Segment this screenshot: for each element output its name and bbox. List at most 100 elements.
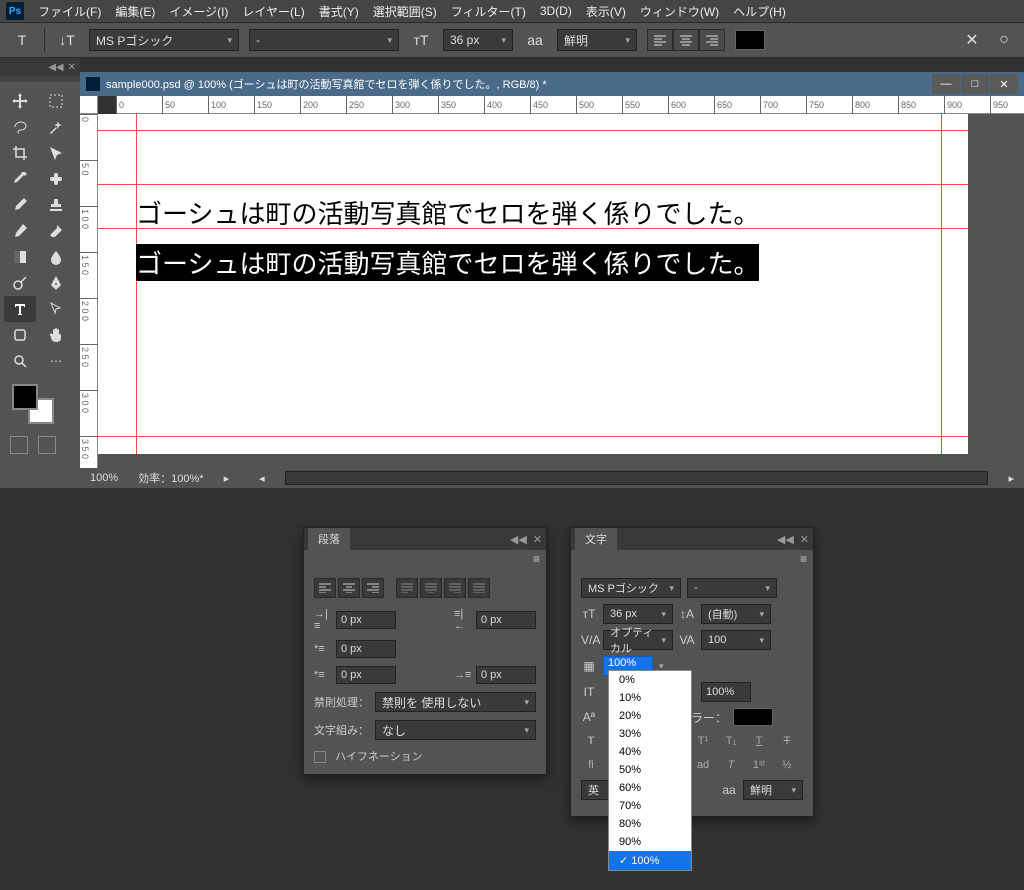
menu-view[interactable]: 表示(V) <box>586 3 626 20</box>
text-line-1[interactable]: ゴーシュは町の活動写真館でセロを弾く係りでした。 <box>136 194 759 231</box>
more-tools[interactable]: ⋯ <box>40 348 72 374</box>
titling-button[interactable]: ad <box>693 756 713 774</box>
indent-first-input[interactable] <box>336 640 396 658</box>
char-font-dropdown[interactable]: MS Pゴシック▾ <box>581 578 681 598</box>
char-kerning-dropdown[interactable]: オプティカル▾ <box>603 630 673 650</box>
scale-option[interactable]: 70% <box>609 797 691 815</box>
text-orientation-icon[interactable]: ↓T <box>55 28 79 52</box>
path-select-tool[interactable] <box>40 296 72 322</box>
indent-right-input[interactable] <box>476 611 536 629</box>
text-color-swatch[interactable] <box>735 30 765 50</box>
para-justify-left[interactable] <box>396 578 418 598</box>
align-right-button[interactable] <box>699 29 725 51</box>
para-align-center[interactable] <box>338 578 360 598</box>
scale-option[interactable]: 100% <box>609 851 691 870</box>
space-after-input[interactable] <box>476 666 536 684</box>
eraser-tool[interactable] <box>40 218 72 244</box>
para-justify-center[interactable] <box>420 578 442 598</box>
para-align-right[interactable] <box>362 578 384 598</box>
subscript-button[interactable]: T₁ <box>721 732 741 750</box>
scale-option[interactable]: 60% <box>609 779 691 797</box>
superscript-button[interactable]: T¹ <box>693 732 713 750</box>
char-size-dropdown[interactable]: 36 px▾ <box>603 604 673 624</box>
menu-layer[interactable]: レイヤー(L) <box>242 3 304 20</box>
panel-menu-icon[interactable]: ≡ <box>533 552 540 566</box>
first-button[interactable]: 1ˢᵗ <box>749 756 769 774</box>
history-brush-tool[interactable] <box>4 218 36 244</box>
menu-image[interactable]: イメージ(I) <box>169 3 228 20</box>
gradient-tool[interactable] <box>4 244 36 270</box>
panel-menu-icon[interactable]: ≡ <box>800 552 807 566</box>
scale-option[interactable]: 90% <box>609 833 691 851</box>
menu-help[interactable]: ヘルプ(H) <box>733 3 786 20</box>
panel-close-icon[interactable]: ✕ <box>533 533 542 546</box>
para-justify-right[interactable] <box>444 578 466 598</box>
scale-option[interactable]: 20% <box>609 707 691 725</box>
space-before-input[interactable] <box>336 666 396 684</box>
menu-window[interactable]: ウィンドウ(W) <box>640 3 719 20</box>
menu-filter[interactable]: フィルター(T) <box>451 3 526 20</box>
char-aa-dropdown[interactable]: 鮮明▾ <box>743 780 803 800</box>
minimize-button[interactable]: — <box>932 74 960 94</box>
zoom-level[interactable]: 100% <box>90 472 118 484</box>
foreground-color[interactable] <box>12 384 38 410</box>
hand-tool[interactable] <box>40 322 72 348</box>
scale-option[interactable]: 30% <box>609 725 691 743</box>
menu-edit[interactable]: 編集(E) <box>115 3 155 20</box>
fi-button[interactable]: fi <box>581 756 601 774</box>
bold-button[interactable]: T <box>581 732 601 750</box>
heal-tool[interactable] <box>40 166 72 192</box>
pen-tool[interactable] <box>40 270 72 296</box>
quickmask-icon[interactable] <box>10 436 28 454</box>
char-weight-dropdown[interactable]: -▾ <box>687 578 777 598</box>
para-justify-all[interactable] <box>468 578 490 598</box>
color-swatches[interactable] <box>0 380 80 430</box>
close-button[interactable]: ✕ <box>990 74 1018 94</box>
marquee-tool[interactable] <box>40 88 72 114</box>
char-color-swatch[interactable] <box>733 708 773 726</box>
menu-3d[interactable]: 3D(D) <box>540 4 572 18</box>
horizontal-ruler[interactable]: 0501001502002503003504004505005506006507… <box>116 96 1024 114</box>
type-tool[interactable] <box>4 296 36 322</box>
menu-file[interactable]: ファイル(F) <box>38 3 101 20</box>
maximize-button[interactable]: □ <box>961 74 989 94</box>
scale-option[interactable]: 80% <box>609 815 691 833</box>
stamp-tool[interactable] <box>40 192 72 218</box>
vertical-ruler[interactable]: 05 01 0 01 5 02 0 02 5 03 0 03 5 0 <box>80 114 98 468</box>
move-tool[interactable] <box>4 88 36 114</box>
strikethrough-button[interactable]: T <box>777 732 797 750</box>
text-line-2-selected[interactable]: ゴーシュは町の活動写真館でセロを弾く係りでした。 <box>136 244 759 281</box>
close-icon[interactable]: ✕ <box>68 62 76 73</box>
lasso-tool[interactable] <box>4 114 36 140</box>
para-align-left[interactable] <box>314 578 336 598</box>
fraction-button[interactable]: ½ <box>777 756 797 774</box>
wand-tool[interactable] <box>40 114 72 140</box>
scale-option[interactable]: 0% <box>609 671 691 689</box>
screenmode-icon[interactable] <box>38 436 56 454</box>
font-family-dropdown[interactable]: MS Pゴシック▾ <box>89 29 239 51</box>
hyphenation-checkbox[interactable] <box>314 751 326 763</box>
char-baseline-input[interactable] <box>701 682 751 702</box>
crop-tool[interactable] <box>4 140 36 166</box>
zoom-tool[interactable] <box>4 348 36 374</box>
paragraph-tab[interactable]: 段落 <box>308 528 350 550</box>
commit-button[interactable]: ○ <box>994 30 1014 50</box>
align-left-button[interactable] <box>647 29 673 51</box>
menu-type[interactable]: 書式(Y) <box>319 3 359 20</box>
indent-left-input[interactable] <box>336 611 396 629</box>
scale-dropdown-list[interactable]: 0%10%20%30%40%50%60%70%80%90%100% <box>608 670 692 871</box>
brush-tool[interactable] <box>4 192 36 218</box>
menu-select[interactable]: 選択範囲(S) <box>373 3 437 20</box>
mojikumi-dropdown[interactable]: なし▾ <box>375 720 536 740</box>
ordinal-button[interactable]: T <box>721 756 741 774</box>
align-center-button[interactable] <box>673 29 699 51</box>
blur-tool[interactable] <box>40 244 72 270</box>
scale-option[interactable]: 10% <box>609 689 691 707</box>
canvas[interactable]: ゴーシュは町の活動写真館でセロを弾く係りでした。 ゴーシュは町の活動写真館でセロ… <box>98 114 968 454</box>
underline-button[interactable]: T <box>749 732 769 750</box>
scale-option[interactable]: 50% <box>609 761 691 779</box>
char-leading-dropdown[interactable]: (自動)▾ <box>701 604 771 624</box>
horizontal-scrollbar[interactable] <box>285 471 989 485</box>
kinsoku-dropdown[interactable]: 禁則を 使用しない▾ <box>375 692 536 712</box>
eyedropper-tool[interactable] <box>4 166 36 192</box>
